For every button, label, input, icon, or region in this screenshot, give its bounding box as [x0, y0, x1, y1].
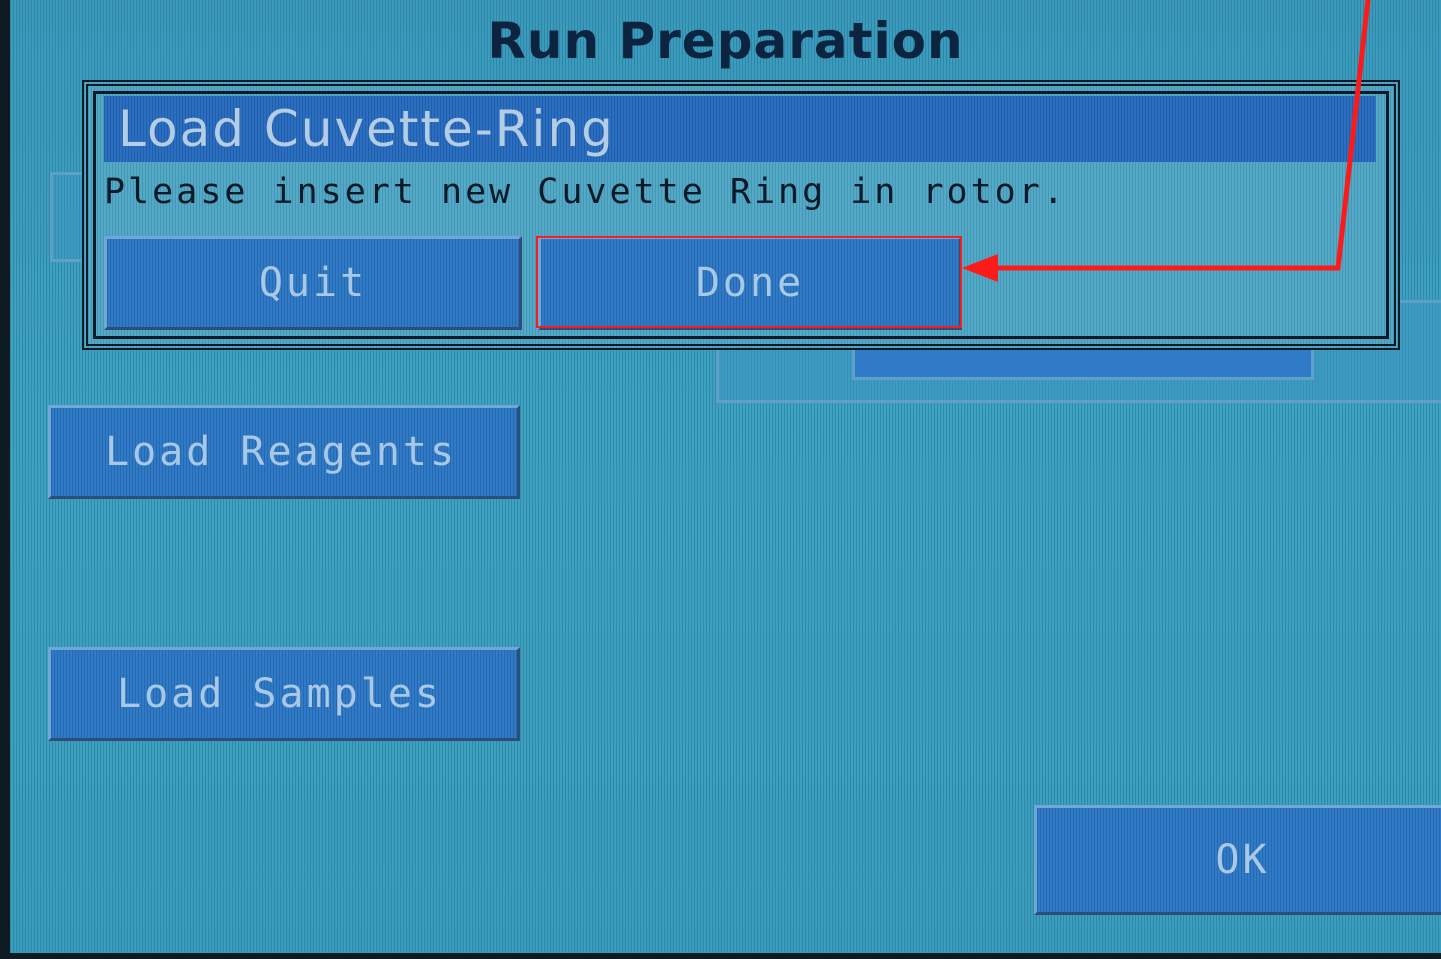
dialog-message: Please insert new Cuvette Ring in rotor.: [104, 172, 1067, 212]
load-cuvette-ring-dialog: Load Cuvette-Ring Please insert new Cuve…: [82, 80, 1400, 350]
screen-title: Run Preparation: [487, 12, 964, 70]
quit-button[interactable]: Quit: [104, 236, 522, 330]
dialog-title: Load Cuvette-Ring: [104, 96, 1376, 162]
ok-button[interactable]: OK: [1034, 805, 1441, 915]
load-reagents-button[interactable]: Load Reagents: [48, 405, 520, 499]
done-button[interactable]: Done: [538, 236, 962, 330]
load-samples-button[interactable]: Load Samples: [48, 647, 520, 741]
